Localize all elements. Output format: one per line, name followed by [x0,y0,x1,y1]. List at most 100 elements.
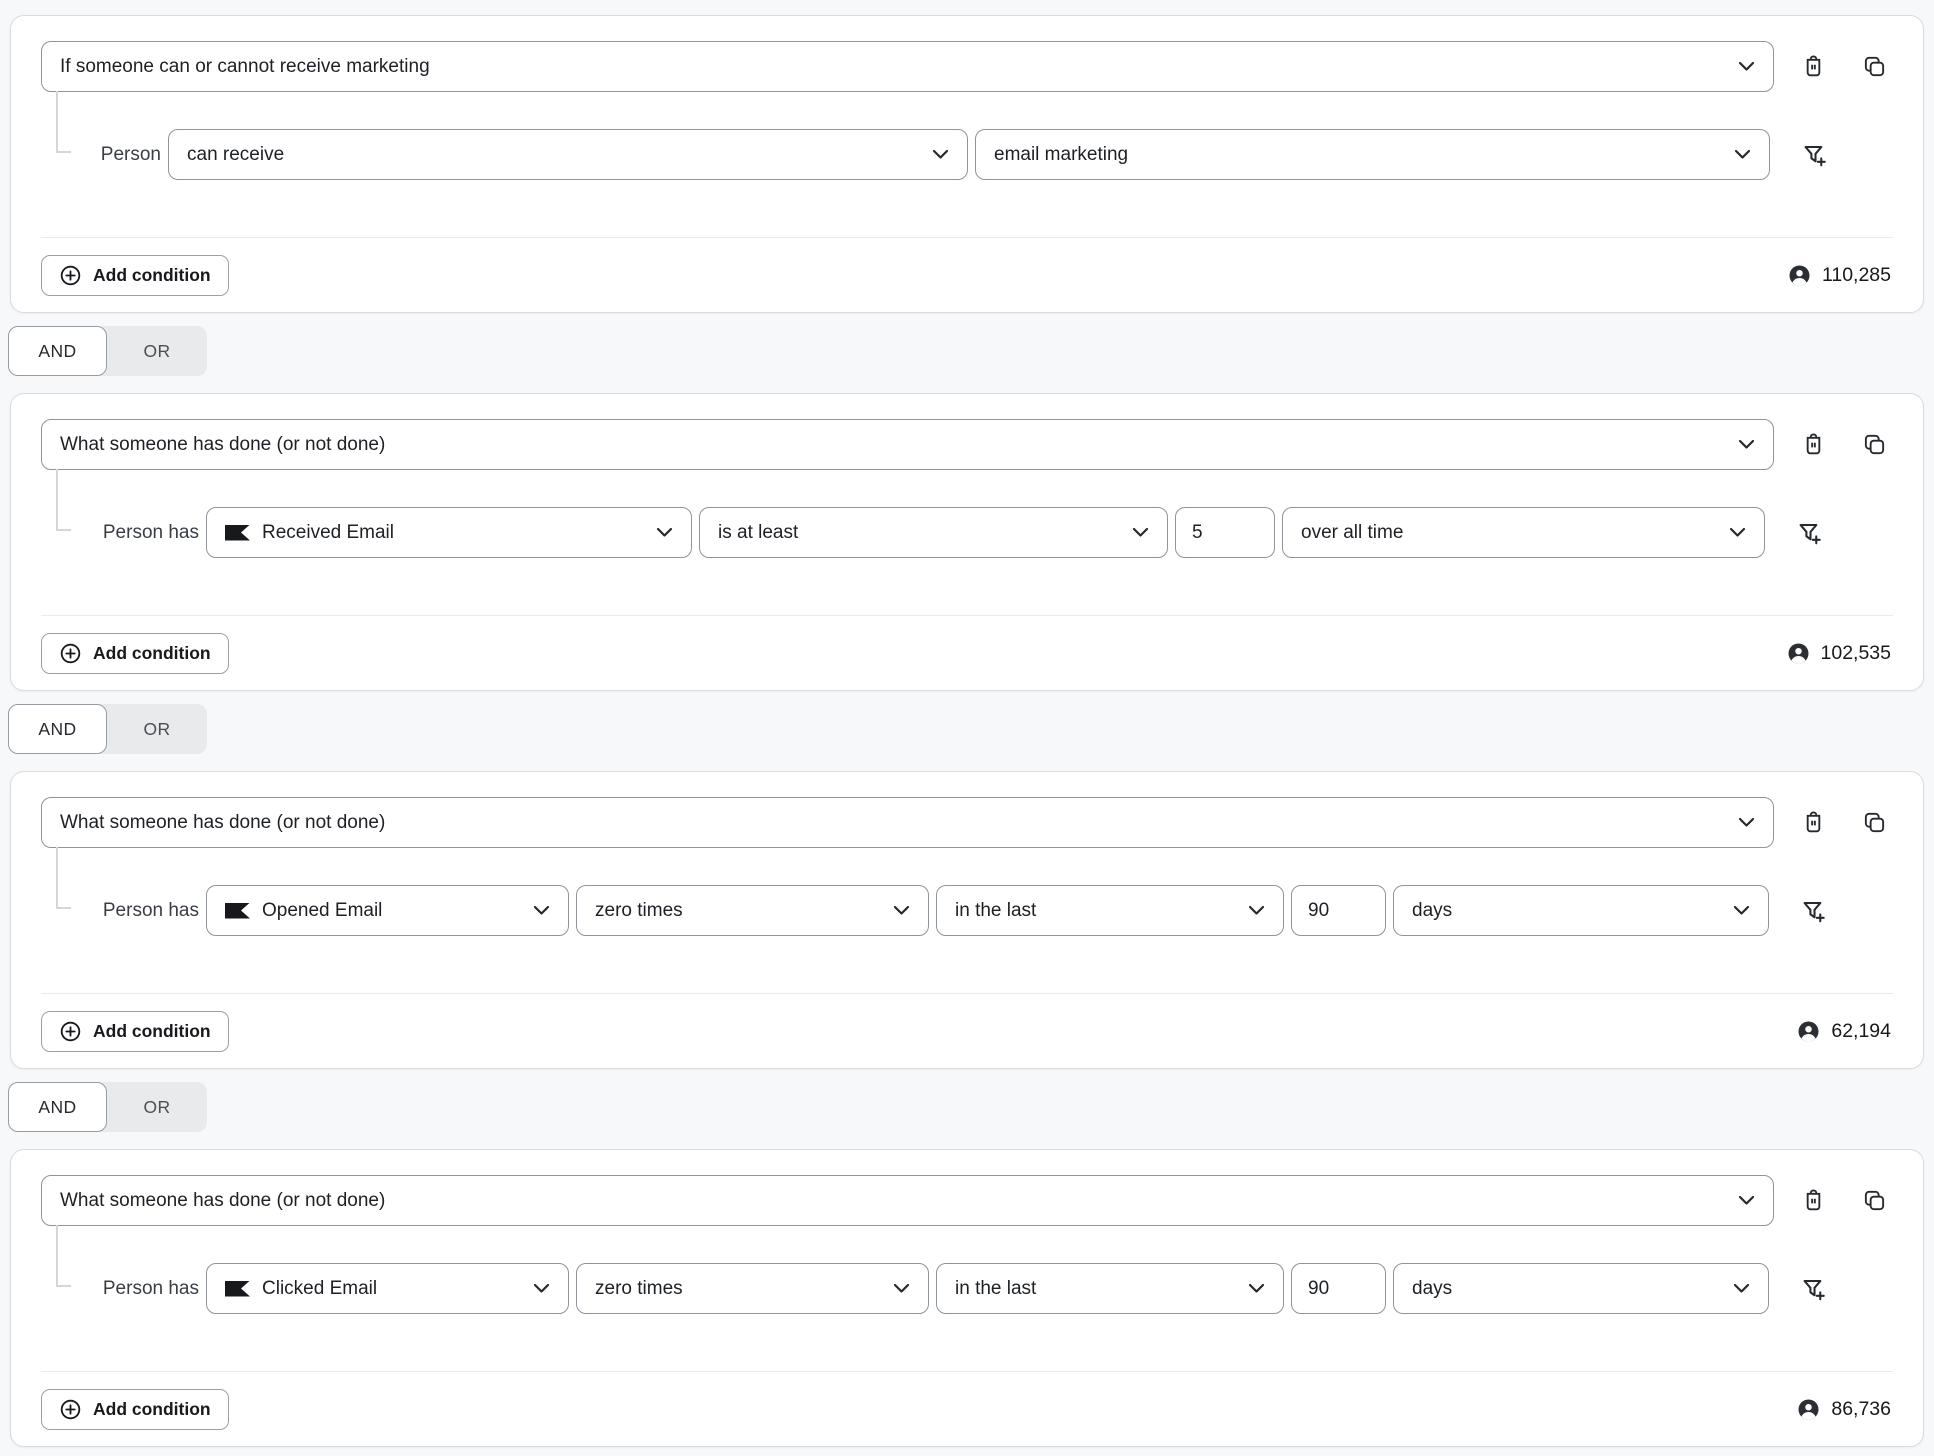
and-button[interactable]: AND [8,1082,107,1132]
chevron-down-icon [1719,1283,1750,1294]
and-or-toggle-3: AND OR [8,1082,207,1132]
condition-block-3: What someone has done (or not done) Pers… [10,771,1924,1069]
add-filter-button[interactable] [1800,1276,1826,1302]
divider [41,237,1893,238]
chevron-down-icon [1118,527,1149,538]
audience-count: 110,285 [1787,263,1893,288]
condition-type-value: What someone has done (or not done) [60,1190,385,1212]
chevron-down-icon [918,149,949,160]
and-or-toggle-1: AND OR [8,326,207,376]
duplicate-condition-button[interactable] [1862,810,1887,835]
person-circle-icon [1796,1019,1821,1044]
condition-type-value: What someone has done (or not done) [60,812,385,834]
select-value: Clicked Email [262,1278,377,1300]
chevron-down-icon [1719,905,1750,916]
delete-condition-button[interactable] [1801,810,1826,835]
select-value: email marketing [994,144,1128,166]
add-filter-button[interactable] [1796,520,1822,546]
event-select[interactable]: Clicked Email [206,1263,569,1314]
operator-select[interactable]: is at least [699,507,1168,558]
audience-count-value: 110,285 [1822,264,1891,287]
plus-circle-icon [59,1398,82,1421]
or-button[interactable]: OR [107,326,207,376]
connector-line [56,847,71,909]
or-button[interactable]: OR [107,1082,207,1132]
filter-plus-icon [1796,520,1822,546]
window-value-input[interactable] [1291,1263,1386,1314]
select-value: over all time [1301,522,1403,544]
add-filter-button[interactable] [1800,898,1826,924]
timeframe-select[interactable]: over all time [1282,507,1765,558]
condition-footer: Add condition 62,194 [41,1011,1893,1052]
add-condition-label: Add condition [93,265,211,286]
select-value: Opened Email [262,900,382,922]
condition-type-select[interactable]: If someone can or cannot receive marketi… [41,41,1774,92]
audience-count: 62,194 [1796,1019,1893,1044]
window-unit-select[interactable]: days [1393,1263,1769,1314]
audience-count: 86,736 [1796,1397,1893,1422]
event-select[interactable]: Opened Email [206,885,569,936]
segment-builder: If someone can or cannot receive marketi… [0,0,1934,1447]
window-unit-select[interactable]: days [1393,885,1769,936]
chevron-down-icon [519,905,550,916]
condition-type-select[interactable]: What someone has done (or not done) [41,1175,1774,1226]
chevron-down-icon [642,527,673,538]
event-count-input[interactable] [1175,507,1275,558]
frequency-select[interactable]: zero times [576,885,929,936]
condition-type-select[interactable]: What someone has done (or not done) [41,419,1774,470]
or-button[interactable]: OR [107,704,207,754]
add-condition-button[interactable]: Add condition [41,633,229,674]
duplicate-condition-button[interactable] [1862,1188,1887,1213]
window-select[interactable]: in the last [936,1263,1284,1314]
delete-condition-button[interactable] [1801,432,1826,457]
divider [41,615,1893,616]
duplicate-condition-button[interactable] [1862,432,1887,457]
person-circle-icon [1787,263,1812,288]
condition-header: What someone has done (or not done) [41,797,1893,848]
delete-condition-button[interactable] [1801,1188,1826,1213]
duplicate-condition-button[interactable] [1862,54,1887,79]
trash-icon [1801,810,1826,835]
condition-actions [1801,54,1887,79]
add-filter-button[interactable] [1801,142,1827,168]
event-select[interactable]: Received Email [206,507,692,558]
connector-line [56,469,71,531]
delete-condition-button[interactable] [1801,54,1826,79]
chevron-down-icon [879,905,910,916]
frequency-select[interactable]: zero times [576,1263,929,1314]
select-value: in the last [955,900,1036,922]
condition-type-value: What someone has done (or not done) [60,434,385,456]
condition-header: If someone can or cannot receive marketi… [41,41,1893,92]
marketing-permission-select[interactable]: can receive [168,129,968,180]
chevron-down-icon [1234,905,1265,916]
copy-icon [1862,432,1887,457]
add-condition-button[interactable]: Add condition [41,1389,229,1430]
condition-actions [1801,432,1887,457]
and-button[interactable]: AND [8,704,107,754]
condition-actions [1801,810,1887,835]
filter-plus-icon [1800,898,1826,924]
select-value: Received Email [262,522,394,544]
and-button[interactable]: AND [8,326,107,376]
flag-icon [225,525,250,541]
marketing-channel-select[interactable]: email marketing [975,129,1770,180]
divider [41,993,1893,994]
select-value: is at least [718,522,798,544]
audience-count-value: 102,535 [1821,642,1892,665]
window-value-input[interactable] [1291,885,1386,936]
chevron-down-icon [1234,1283,1265,1294]
audience-count-value: 86,736 [1831,1398,1891,1421]
and-or-toggle-2: AND OR [8,704,207,754]
condition-type-select[interactable]: What someone has done (or not done) [41,797,1774,848]
add-condition-label: Add condition [93,1399,211,1420]
add-condition-button[interactable]: Add condition [41,255,229,296]
flag-icon [225,903,250,919]
add-condition-label: Add condition [93,1021,211,1042]
chevron-down-icon [1720,149,1751,160]
plus-circle-icon [59,264,82,287]
window-select[interactable]: in the last [936,885,1284,936]
condition-block-2: What someone has done (or not done) Pers… [10,393,1924,691]
add-condition-button[interactable]: Add condition [41,1011,229,1052]
condition-row: Person has Clicked Email zero times in t… [41,1263,1893,1314]
audience-count: 102,535 [1786,641,1894,666]
